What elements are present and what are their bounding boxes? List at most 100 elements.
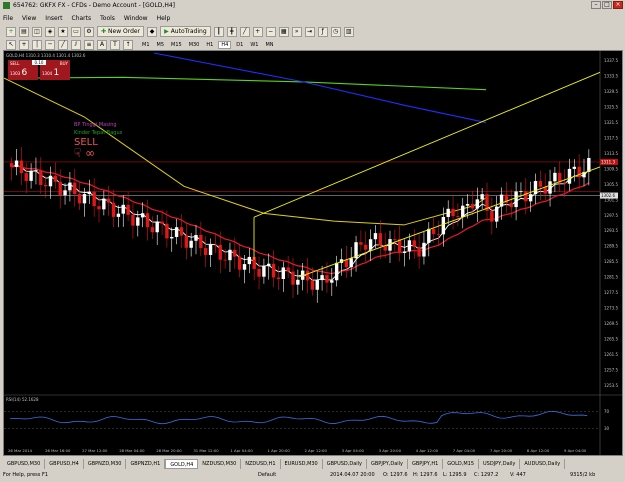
label-icon[interactable]: T [110, 40, 120, 50]
timeframe-m5[interactable]: M5 [155, 42, 167, 48]
candle-body [213, 244, 218, 246]
signal-text-2: Kinder Tepat Bagus [74, 130, 123, 136]
candle-body [407, 240, 412, 252]
candle-body [572, 166, 576, 169]
horizontal-line-icon[interactable]: ─ [45, 40, 55, 50]
candle-body [422, 242, 426, 257]
price-tick-label: 1309.5 [604, 166, 618, 171]
time-tick-label: 31 Mar 12:00 [193, 448, 219, 453]
buy-label: BUY [59, 61, 68, 66]
rsi-tick-label: 30 [604, 426, 610, 431]
autoscroll-icon[interactable]: » [291, 26, 302, 37]
candle-body [417, 246, 421, 257]
timeframe-m1[interactable]: M1 [140, 42, 152, 48]
close-button[interactable]: × [613, 1, 623, 9]
indicators-icon[interactable]: ƒ [317, 26, 328, 37]
ema-fast-line [11, 164, 590, 281]
timeframe-d1[interactable]: D1 [234, 42, 245, 48]
chart-tab-gold-h4[interactable]: GOLD,H4 [165, 458, 199, 469]
candle-body [19, 160, 24, 174]
chart-tab-gbpnzd-m30[interactable]: GBPNZD,M30 [84, 458, 127, 469]
chart-tab-gbpnzd-h1[interactable]: GBPNZD,H1 [126, 458, 166, 469]
trendline-icon[interactable]: ╱ [58, 40, 68, 50]
chart-shift-icon[interactable]: ⇥ [304, 26, 315, 37]
maximize-button[interactable]: □ [602, 1, 612, 9]
candle-body [296, 279, 300, 285]
price-tick-label: 1281.5 [604, 275, 618, 280]
sell-price: 1303 6 [10, 68, 28, 78]
line-chart-icon[interactable]: ╱ [239, 26, 250, 37]
navigator-icon[interactable]: ★ [58, 26, 68, 37]
candle-body [548, 181, 552, 194]
price-chart[interactable]: 1337.5 1333.5 1329.5 1325.5 1321.5 1317.5 1313… [3, 51, 622, 455]
chart-tab-gbpusd-h4[interactable]: GBPUSD,H4 [45, 458, 84, 469]
profiles-icon[interactable]: ▤ [19, 26, 29, 37]
time-tick-label: 1 Apr 04:00 [230, 448, 253, 453]
fibonacci-icon[interactable]: ≡ [84, 40, 94, 50]
candle-body [286, 267, 290, 272]
terminal-icon[interactable]: ▭ [71, 26, 81, 37]
price-tick-label: 1333.5 [604, 74, 618, 79]
market-watch-icon[interactable]: ◫ [32, 26, 42, 37]
vertical-line-icon[interactable]: │ [32, 40, 42, 50]
time-tick-label: 26 Mar 2014 [8, 448, 33, 453]
chart-tab-eurusd-m30[interactable]: EURUSD,M30 [281, 458, 323, 469]
candle-body [199, 234, 203, 249]
chart-tab-gbpjpy-h1[interactable]: GBPJPY,H1 [408, 458, 444, 469]
candlestick-icon[interactable]: ╋ [226, 26, 237, 37]
menu-file[interactable]: File [3, 15, 13, 22]
candle-body [490, 210, 494, 222]
new-chart-icon[interactable]: + [6, 26, 16, 37]
text-icon[interactable]: A [97, 40, 107, 50]
lot-size-input[interactable]: 0.10 [32, 60, 46, 65]
templates-icon[interactable]: ▥ [343, 26, 354, 37]
menu-charts[interactable]: Charts [72, 15, 92, 22]
candle-body [509, 202, 513, 208]
price-tick-label: 1265.5 [604, 336, 618, 341]
chart-tab-nzdusd-m30[interactable]: NZDUSD,M30 [198, 458, 242, 469]
tile-icon[interactable]: ▦ [278, 26, 289, 37]
chart-tab-gbpusd-daily[interactable]: GBPUSD,Daily [323, 458, 367, 469]
timeframe-h1[interactable]: H1 [204, 42, 215, 48]
arrow-icon[interactable]: ↑ [123, 40, 133, 50]
menu-help[interactable]: Help [157, 15, 171, 22]
tester-icon[interactable]: ⚙ [84, 26, 94, 37]
candle-body [179, 227, 184, 236]
menu-window[interactable]: Window [124, 15, 148, 22]
metaeditor-icon[interactable]: ◆ [147, 26, 158, 37]
menu-view[interactable]: View [22, 15, 36, 22]
candle-body [325, 275, 329, 283]
new-order-button[interactable]: ✚ New Order [97, 26, 145, 37]
periods-icon[interactable]: ◷ [330, 26, 341, 37]
timeframe-m15[interactable]: M15 [169, 42, 184, 48]
candle-body [393, 239, 397, 240]
menu-insert[interactable]: Insert [45, 15, 62, 22]
time-tick-label: 28 Mar 04:00 [119, 448, 145, 453]
zoom-in-icon[interactable]: + [252, 26, 263, 37]
timeframe-mn[interactable]: MN [263, 42, 275, 48]
chart-window[interactable]: 1337.5 1333.5 1329.5 1325.5 1321.5 1317.5 1313… [3, 50, 623, 456]
rsi-tick-label: 70 [604, 409, 610, 414]
cursor-icon[interactable]: ↖ [6, 40, 16, 50]
candle-body [189, 240, 193, 248]
chart-tab-audusd-daily[interactable]: AUDUSD,Daily [520, 458, 566, 469]
menu-tools[interactable]: Tools [100, 15, 115, 22]
minimize-button[interactable]: – [591, 1, 601, 9]
channel-icon[interactable]: ⫽ [71, 40, 81, 50]
bar-chart-icon[interactable]: ┃ [213, 26, 224, 37]
candle-body [48, 175, 53, 187]
data-window-icon[interactable]: ◈ [45, 26, 55, 37]
chart-tab-gbpjpy-daily[interactable]: GBPJPY,Daily [367, 458, 408, 469]
crosshair-icon[interactable]: + [19, 40, 29, 50]
autotrading-button[interactable]: ▶ AutoTrading [160, 26, 211, 37]
autotrading-icon: ▶ [164, 28, 169, 35]
chart-tab-nzdusd-h1[interactable]: NZDUSD,H1 [241, 458, 281, 469]
candle-body [349, 258, 353, 268]
timeframe-w1[interactable]: W1 [248, 42, 260, 48]
timeframe-m30[interactable]: M30 [187, 42, 202, 48]
timeframe-h4[interactable]: H4 [218, 41, 232, 49]
chart-tab-gold-m15[interactable]: GOLD,M15 [443, 458, 480, 469]
chart-tab-gbpusd-m30[interactable]: GBPUSD,M30 [3, 458, 46, 469]
chart-tab-usdjpy-daily[interactable]: USDJPY,Daily [479, 458, 521, 469]
zoom-out-icon[interactable]: − [265, 26, 276, 37]
